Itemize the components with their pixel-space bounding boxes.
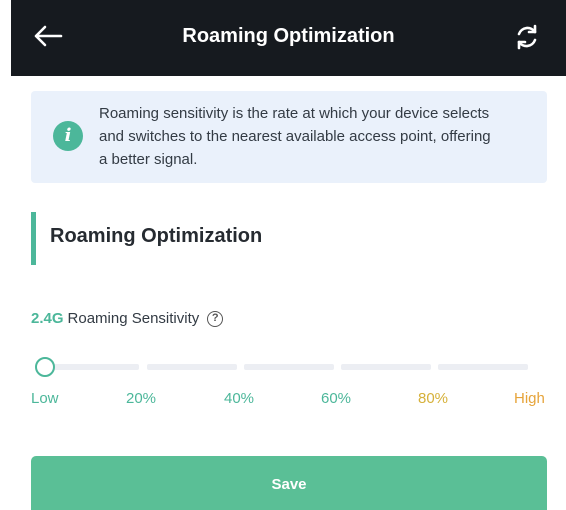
sensitivity-label-text: Roaming Sensitivity bbox=[67, 310, 200, 327]
slider-track-segment bbox=[49, 364, 139, 370]
question-circle-icon[interactable]: ? bbox=[207, 311, 224, 327]
save-button[interactable]: Save bbox=[31, 456, 547, 510]
sensitivity-label: 2.4G Roaming Sensitivity ? bbox=[31, 308, 224, 330]
tick-label-40[interactable]: 40% bbox=[224, 389, 254, 409]
info-banner: i Roaming sensitivity is the rate at whi… bbox=[31, 91, 547, 183]
page-title: Roaming Optimization bbox=[182, 25, 395, 47]
section-accent-bar bbox=[31, 212, 36, 265]
refresh-icon bbox=[517, 24, 537, 50]
section-title: Roaming Optimization bbox=[50, 225, 263, 247]
slider-handle[interactable] bbox=[35, 357, 55, 377]
tick-label-low[interactable]: Low bbox=[31, 389, 59, 409]
slider-track-segment bbox=[147, 364, 237, 370]
slider-track-segment bbox=[244, 364, 334, 370]
info-icon: i bbox=[53, 121, 83, 151]
tick-label-80[interactable]: 80% bbox=[418, 389, 448, 409]
tick-label-60[interactable]: 60% bbox=[321, 389, 351, 409]
slider-track-segment bbox=[438, 364, 528, 370]
app-header: Roaming Optimization bbox=[11, 0, 566, 76]
refresh-button[interactable] bbox=[510, 20, 544, 54]
slider-track-segment bbox=[341, 364, 431, 370]
tick-label-20[interactable]: 20% bbox=[126, 389, 156, 409]
roaming-sensitivity-slider[interactable] bbox=[31, 356, 551, 380]
tick-label-high[interactable]: High bbox=[514, 389, 545, 409]
info-text: Roaming sensitivity is the rate at which… bbox=[99, 105, 491, 168]
band-label: 2.4G bbox=[31, 310, 64, 327]
